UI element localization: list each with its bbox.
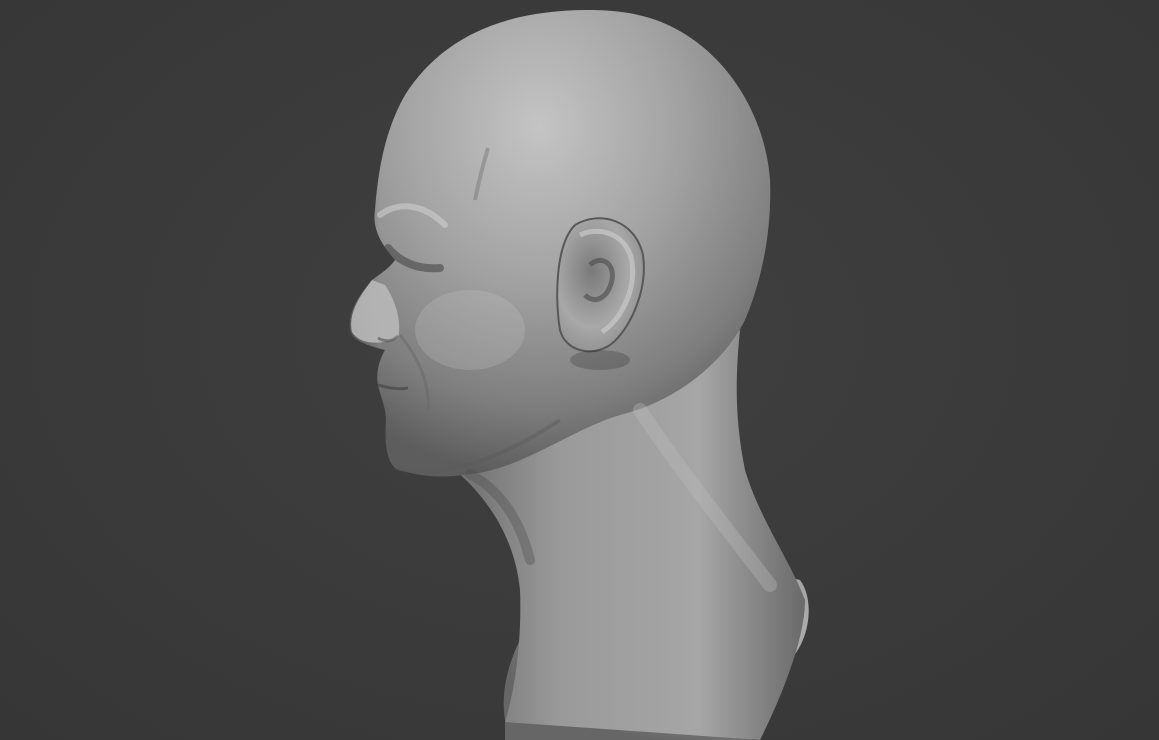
cheek-highlight — [415, 290, 525, 370]
sculpt-render — [349, 10, 809, 740]
ear-shadow — [570, 350, 630, 370]
viewport-canvas[interactable] — [0, 0, 1159, 740]
